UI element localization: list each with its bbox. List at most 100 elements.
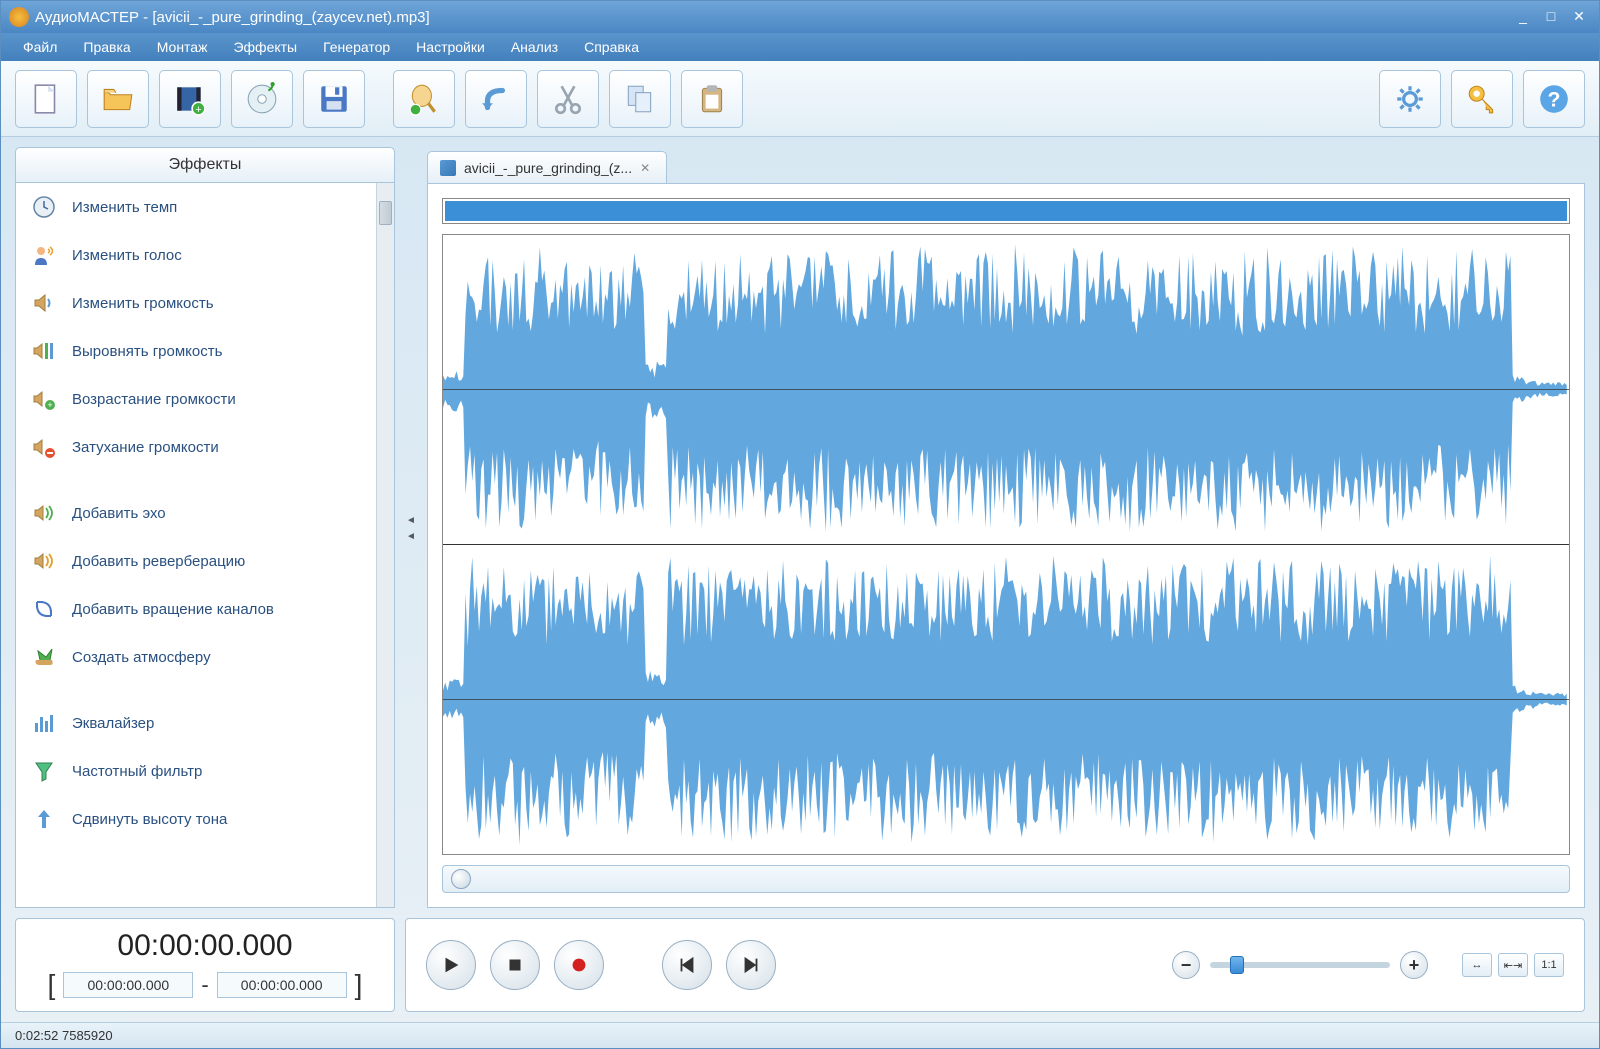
paste-button[interactable] — [681, 70, 743, 128]
atmosphere-icon — [30, 643, 58, 671]
menubar: Файл Правка Монтаж Эффекты Генератор Нас… — [1, 33, 1599, 61]
clock-icon — [30, 193, 58, 221]
sidebar-scrollbar[interactable] — [376, 183, 394, 907]
effects-sidebar: Эффекты Изменить темп Изменить голос Изм… — [15, 147, 395, 908]
import-video-button[interactable]: + — [159, 70, 221, 128]
svg-text:+: + — [47, 400, 52, 410]
skip-end-button[interactable] — [726, 940, 776, 990]
person-voice-icon — [30, 241, 58, 269]
splitter-arrow-icon[interactable]: ◄ — [406, 515, 416, 525]
license-key-button[interactable] — [1451, 70, 1513, 128]
time-panel: 00:00:00.000 [ - ] — [15, 918, 395, 1012]
bracket-left: [ — [48, 969, 56, 1001]
app-window: АудиоМАСТЕР - [avicii_-_pure_grinding_(z… — [0, 0, 1600, 1049]
svg-text:+: + — [195, 103, 201, 115]
effect-change-volume[interactable]: Изменить громкость — [16, 279, 394, 327]
cut-button[interactable] — [537, 70, 599, 128]
audio-file-icon — [440, 160, 456, 176]
effect-frequency-filter[interactable]: Частотный фильтр — [16, 747, 394, 795]
app-icon — [9, 7, 29, 27]
zoom-in-button[interactable]: + — [1400, 951, 1428, 979]
echo-icon — [30, 499, 58, 527]
menu-file[interactable]: Файл — [11, 35, 69, 59]
minimize-button[interactable]: _ — [1511, 8, 1535, 26]
effects-list: Изменить темп Изменить голос Изменить гр… — [15, 183, 395, 908]
selection-end-input[interactable] — [217, 972, 347, 998]
status-text: 0:02:52 7585920 — [15, 1028, 113, 1043]
effect-equalizer[interactable]: Эквалайзер — [16, 699, 394, 747]
skip-start-button[interactable] — [662, 940, 712, 990]
menu-analysis[interactable]: Анализ — [499, 35, 570, 59]
tab-label: avicii_-_pure_grinding_(z... — [464, 160, 632, 176]
speaker-icon — [30, 289, 58, 317]
transport-panel: − + ↔ ⇤⇥ 1:1 — [405, 918, 1585, 1012]
speaker-fadein-icon: + — [30, 385, 58, 413]
titlebar[interactable]: АудиоМАСТЕР - [avicii_-_pure_grinding_(z… — [1, 1, 1599, 33]
splitter-arrow-icon[interactable]: ◄ — [406, 531, 416, 541]
effect-create-atmosphere[interactable]: Создать атмосферу — [16, 633, 394, 681]
effect-channel-rotation[interactable]: Добавить вращение каналов — [16, 585, 394, 633]
zoom-slider[interactable] — [1210, 962, 1390, 968]
menu-settings[interactable]: Настройки — [404, 35, 497, 59]
effect-normalize-volume[interactable]: Выровнять громкость — [16, 327, 394, 375]
import-cd-button[interactable] — [231, 70, 293, 128]
window-title: АудиоМАСТЕР - [avicii_-_pure_grinding_(z… — [35, 9, 1511, 26]
save-button[interactable] — [303, 70, 365, 128]
menu-effects[interactable]: Эффекты — [221, 35, 309, 59]
selection-start-input[interactable] — [63, 972, 193, 998]
main-area: avicii_-_pure_grinding_(z... ✕ — [427, 147, 1585, 908]
overview-selection — [445, 201, 1567, 221]
sidebar-title: Эффекты — [15, 147, 395, 183]
copy-button[interactable] — [609, 70, 671, 128]
range-separator: - — [201, 972, 208, 998]
effect-add-reverb[interactable]: Добавить реверберацию — [16, 537, 394, 585]
help-button[interactable]: ? — [1523, 70, 1585, 128]
open-file-button[interactable] — [87, 70, 149, 128]
effect-fade-out[interactable]: Затухание громкости — [16, 423, 394, 471]
horizontal-scrollbar[interactable] — [442, 865, 1570, 893]
waveform-channel-left[interactable] — [443, 235, 1569, 544]
zoom-slider-handle[interactable] — [1230, 956, 1244, 974]
waveform-channel-right[interactable] — [443, 544, 1569, 854]
scroll-handle[interactable] — [451, 869, 471, 889]
settings-button[interactable] — [1379, 70, 1441, 128]
menu-edit[interactable]: Правка — [71, 35, 142, 59]
speaker-level-icon — [30, 337, 58, 365]
file-tab[interactable]: avicii_-_pure_grinding_(z... ✕ — [427, 151, 667, 183]
statusbar: 0:02:52 7585920 — [1, 1022, 1599, 1048]
menu-help[interactable]: Справка — [572, 35, 651, 59]
stop-button[interactable] — [490, 940, 540, 990]
zoom-out-button[interactable]: − — [1172, 951, 1200, 979]
close-button[interactable]: ✕ — [1567, 8, 1591, 26]
waveform-display[interactable] — [442, 234, 1570, 855]
effect-pitch-shift[interactable]: Сдвинуть высоту тона — [16, 795, 394, 843]
tabstrip: avicii_-_pure_grinding_(z... ✕ — [427, 147, 1585, 183]
effect-fade-in[interactable]: +Возрастание громкости — [16, 375, 394, 423]
zoom-controls: − + — [1172, 951, 1428, 979]
zoom-1to1-button[interactable]: 1:1 — [1534, 953, 1564, 977]
toolbar: + ? — [1, 61, 1599, 137]
undo-button[interactable] — [465, 70, 527, 128]
maximize-button[interactable]: □ — [1539, 8, 1563, 26]
effect-change-voice[interactable]: Изменить голос — [16, 231, 394, 279]
effect-change-tempo[interactable]: Изменить темп — [16, 183, 394, 231]
reverb-icon — [30, 547, 58, 575]
rotation-icon — [30, 595, 58, 623]
effect-add-echo[interactable]: Добавить эхо — [16, 489, 394, 537]
menu-montage[interactable]: Монтаж — [145, 35, 220, 59]
splitter[interactable]: ◄ ◄ — [405, 147, 417, 908]
scrollbar-thumb[interactable] — [379, 201, 392, 225]
waveform-container — [427, 183, 1585, 908]
new-file-button[interactable] — [15, 70, 77, 128]
record-button[interactable] — [554, 940, 604, 990]
svg-text:?: ? — [1548, 87, 1561, 111]
zoom-fit-button[interactable]: ↔ — [1462, 953, 1492, 977]
filter-icon — [30, 757, 58, 785]
speaker-fadeout-icon — [30, 433, 58, 461]
waveform-overview[interactable] — [442, 198, 1570, 224]
mixer-button[interactable] — [393, 70, 455, 128]
zoom-selection-button[interactable]: ⇤⇥ — [1498, 953, 1528, 977]
menu-generator[interactable]: Генератор — [311, 35, 402, 59]
play-button[interactable] — [426, 940, 476, 990]
tab-close-button[interactable]: ✕ — [640, 161, 654, 175]
